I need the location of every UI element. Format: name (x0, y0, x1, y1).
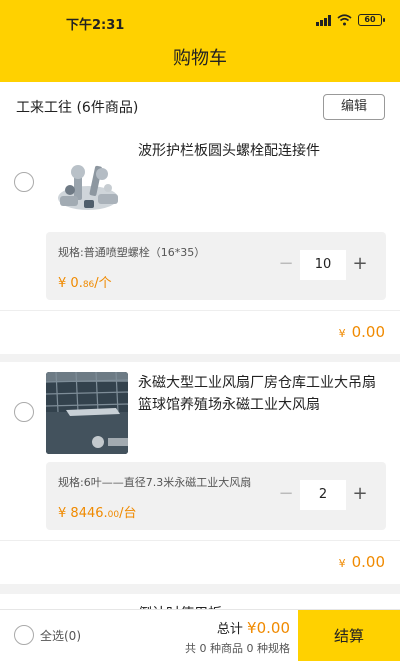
plus-icon[interactable]: + (346, 250, 374, 280)
item-name[interactable]: 永磁大型工业风扇厂房仓库工业大吊扇篮球馆养殖场永磁工业大风扇 (138, 372, 388, 416)
minus-icon[interactable]: − (272, 480, 300, 510)
item-subtotal: ¥0.00 (338, 323, 385, 341)
select-all-radio[interactable] (14, 625, 34, 645)
item-select-radio[interactable] (14, 172, 34, 192)
cart-screen: 下午2:31 60 购物车 工来工往 (6件商品) 编辑 波形护栏板圆头螺栓配连… (0, 0, 400, 661)
quantity-input[interactable]: 10 (300, 250, 346, 280)
page-title: 购物车 (0, 40, 400, 82)
item-subtotal: ¥0.00 (338, 553, 385, 571)
wifi-icon (337, 14, 352, 26)
item-subtotal-row: ¥0.00 (0, 540, 400, 584)
shop-name: 工来工往 (6件商品) (16, 100, 139, 116)
item-spec[interactable]: 规格:6叶——直径7.3米永磁工业大风扇 (58, 474, 251, 490)
minus-icon[interactable]: − (272, 250, 300, 280)
signal-icon (316, 14, 331, 26)
item-spec[interactable]: 规格:普通喷塑螺栓（16*35） (58, 244, 205, 260)
quantity-stepper: − 2 + (272, 480, 374, 510)
battery-icon: 60 (358, 14, 385, 26)
item-spec-box: 规格:普通喷塑螺栓（16*35） ¥ 0.86/个 − 10 + (46, 232, 386, 300)
status-time: 下午2:31 (66, 18, 125, 33)
quantity-stepper: − 10 + (272, 250, 374, 280)
quantity-input[interactable]: 2 (300, 480, 346, 510)
total-amount: ¥0.00 (247, 619, 290, 637)
checkout-button[interactable]: 结算 (298, 610, 400, 661)
status-bar: 下午2:31 60 (0, 0, 400, 40)
selection-count: 共 0 种商品 0 种规格 (185, 642, 290, 655)
total-label: 总计 (216, 622, 243, 637)
item-price: ¥ 8446.00/台 (58, 506, 137, 521)
cart-item: 波形护栏板圆头螺栓配连接件 规格:普通喷塑螺栓（16*35） ¥ 0.86/个 … (0, 132, 400, 310)
product-image-bolts[interactable] (46, 152, 128, 234)
item-subtotal-row: ¥0.00 (0, 310, 400, 354)
status-icons: 60 (316, 14, 385, 26)
item-spec-box: 规格:6叶——直径7.3米永磁工业大风扇 ¥ 8446.00/台 − 2 + (46, 462, 386, 530)
select-all-toggle[interactable]: 全选(0) (14, 625, 81, 645)
plus-icon[interactable]: + (346, 480, 374, 510)
select-all-label: 全选(0) (40, 628, 81, 643)
edit-button[interactable]: 编辑 (323, 94, 385, 120)
product-image-fan[interactable] (46, 372, 128, 454)
item-select-radio[interactable] (14, 402, 34, 422)
checkout-bar: 全选(0) 总计 ¥0.00 共 0 种商品 0 种规格 结算 (0, 609, 400, 661)
item-name[interactable]: 波形护栏板圆头螺栓配连接件 (138, 140, 388, 162)
cart-item: 永磁大型工业风扇厂房仓库工业大吊扇篮球馆养殖场永磁工业大风扇 规格:6叶——直径… (0, 362, 400, 540)
total-line: 总计 ¥0.00 (217, 618, 290, 637)
item-price: ¥ 0.86/个 (58, 276, 112, 291)
shop-header: 工来工往 (6件商品) 编辑 (0, 82, 400, 132)
